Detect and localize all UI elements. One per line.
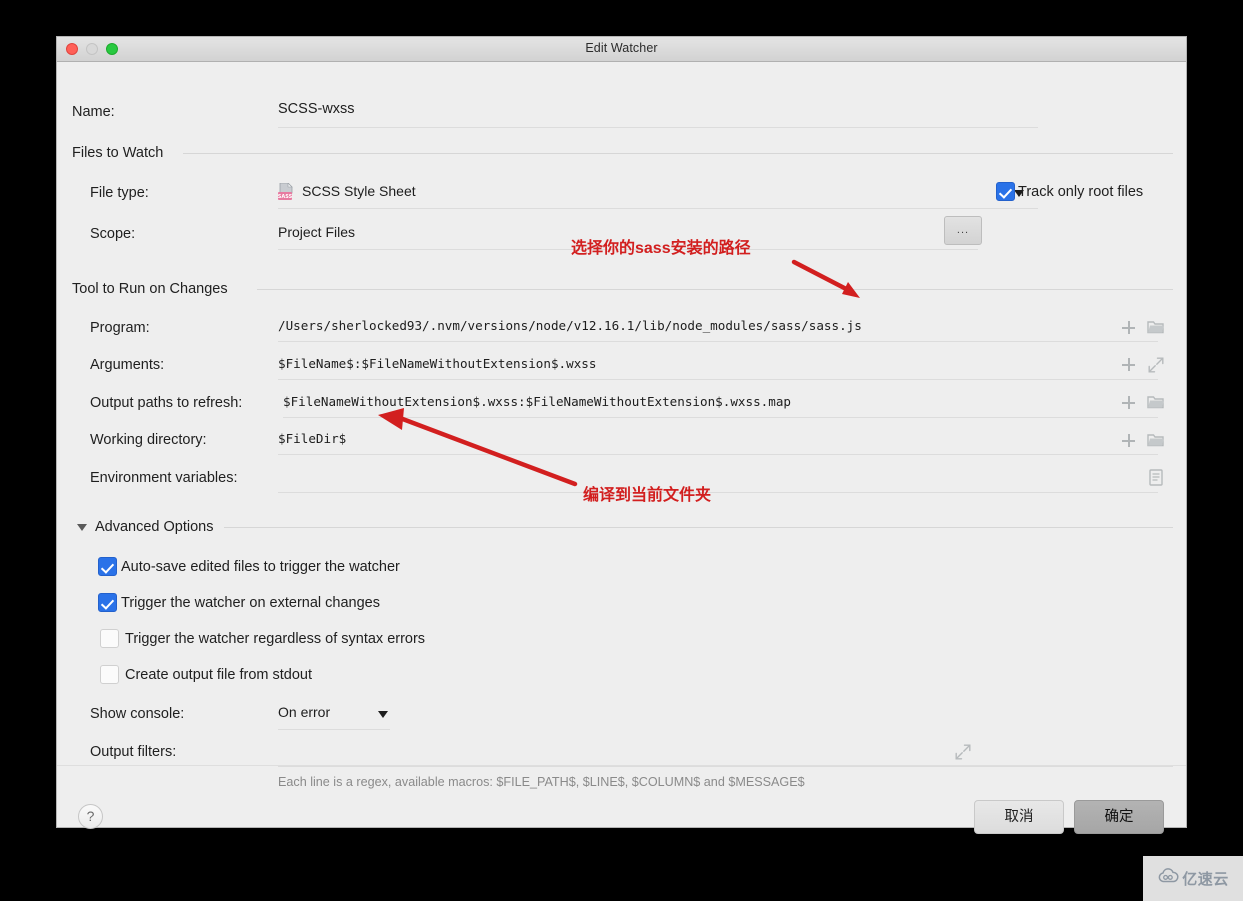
cloud-logo-icon [1157,868,1179,889]
section-tool-to-run: Tool to Run on Changes [72,281,236,297]
sass-file-icon: SASS [278,182,294,201]
show-console-combobox[interactable]: On error [278,700,390,730]
working-directory-input-value: $FileDir$ [278,431,347,446]
arguments-input[interactable]: $FileName$:$FileNameWithoutExtension$.wx… [278,350,1158,380]
section-files-to-watch: Files to Watch [72,145,172,161]
trigger-syntax-errors-checkbox[interactable] [100,629,119,648]
cancel-button[interactable]: 取消 [974,800,1064,834]
show-console-value: On error [278,704,331,720]
file-type-label: File type: [90,185,149,201]
advanced-options-disclosure-icon[interactable] [77,524,87,531]
edit-variables-icon[interactable] [1149,469,1163,491]
scope-value: Project Files [278,224,356,240]
scope-browse-button[interactable]: ... [944,216,982,245]
output-filters-hint: Each line is a regex, available macros: … [278,775,805,789]
watermark: 亿速云 [1143,856,1243,901]
arguments-input-value: $FileName$:$FileNameWithoutExtension$.wx… [278,356,597,371]
dialog-body: Name: SCSS-wxss Files to Watch File type… [57,62,1186,834]
help-button[interactable]: ? [78,804,103,829]
arguments-label: Arguments: [90,357,165,373]
browse-folder-icon[interactable] [1147,319,1165,340]
name-label: Name: [72,104,115,120]
chevron-down-icon[interactable] [378,711,388,718]
add-macro-icon[interactable] [1122,396,1135,409]
annotation-arrow-sass-path [791,259,860,298]
section-advanced-options: Advanced Options [95,519,222,535]
add-macro-icon[interactable] [1122,321,1135,334]
expand-editor-icon[interactable] [1148,357,1164,378]
add-macro-icon[interactable] [1122,434,1135,447]
trigger-external-changes-label: Trigger the watcher on external changes [121,595,380,611]
section-divider [224,527,1173,528]
name-input-value: SCSS-wxss [278,101,355,117]
browse-folder-icon[interactable] [1147,394,1165,415]
track-only-root-files-label: Track only root files [1018,184,1144,200]
output-filters-label: Output filters: [90,744,177,760]
expand-editor-icon[interactable] [955,744,971,765]
dialog-titlebar: Edit Watcher [57,37,1186,62]
trigger-syntax-errors-label: Trigger the watcher regardless of syntax… [125,631,426,647]
program-input[interactable]: /Users/sherlocked93/.nvm/versions/node/v… [278,312,1158,342]
program-input-value: /Users/sherlocked93/.nvm/versions/node/v… [278,318,862,333]
file-type-value: SCSS Style Sheet [302,183,416,199]
working-directory-label: Working directory: [90,432,207,448]
add-macro-icon[interactable] [1122,358,1135,371]
program-label: Program: [90,320,150,336]
output-paths-label: Output paths to refresh: [90,395,243,411]
environment-variables-label: Environment variables: [90,470,238,486]
trigger-external-changes-checkbox[interactable] [98,593,117,612]
footer-divider [57,765,1186,766]
section-divider [257,289,1173,290]
track-only-root-files-checkbox[interactable] [996,182,1015,201]
show-console-label: Show console: [90,706,185,722]
watermark-text: 亿速云 [1182,871,1229,888]
name-input[interactable]: SCSS-wxss [278,98,1038,128]
annotation-compile-folder: 编译到当前文件夹 [583,487,712,504]
file-type-combobox[interactable]: SASS SCSS Style Sheet [278,179,1038,209]
auto-save-label: Auto-save edited files to trigger the wa… [121,559,400,575]
confirm-button[interactable]: 确定 [1074,800,1164,834]
dialog-title: Edit Watcher [585,41,658,55]
svg-text:SASS: SASS [278,194,293,200]
auto-save-checkbox[interactable] [98,557,117,576]
browse-folder-icon[interactable] [1147,432,1165,453]
annotation-sass-path: 选择你的sass安装的路径 [571,240,751,257]
annotation-arrow-compile-folder [378,408,578,487]
create-output-file-checkbox[interactable] [100,665,119,684]
output-filters-input[interactable] [278,737,1173,767]
section-divider [183,153,1173,154]
create-output-file-label: Create output file from stdout [125,667,312,683]
scope-label: Scope: [90,226,136,242]
edit-watcher-dialog: Edit Watcher Name: SCSS-wxss Files to Wa… [56,36,1187,834]
